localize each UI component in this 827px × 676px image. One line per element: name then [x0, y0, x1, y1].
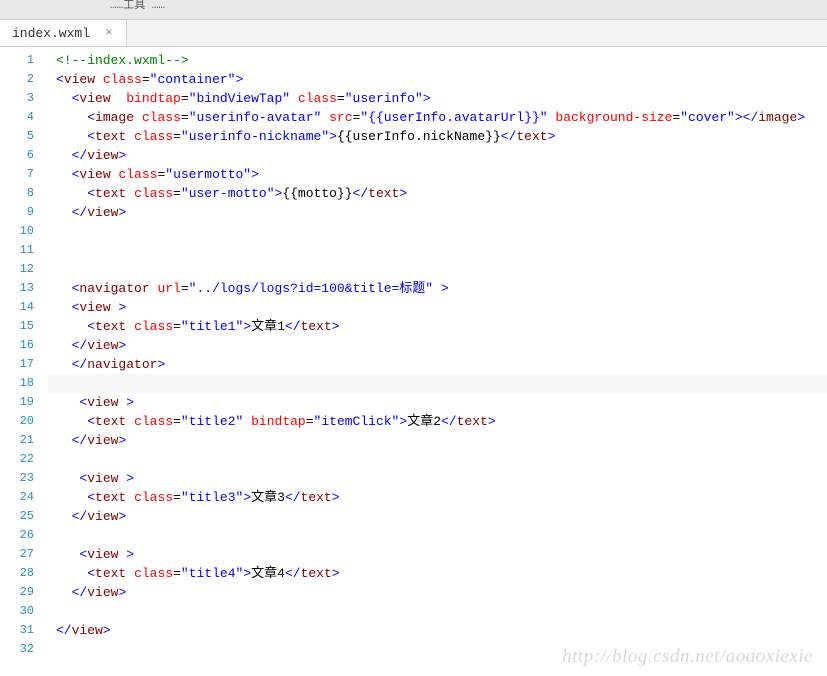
line-number: 7	[0, 165, 34, 184]
code-line[interactable]: <view bindtap="bindViewTap" class="useri…	[48, 89, 827, 108]
line-number-gutter: 1234567891011121314151617181920212223242…	[0, 47, 48, 676]
line-number: 22	[0, 450, 34, 469]
tab-bar: index.wxml ×	[0, 20, 827, 47]
line-number: 13	[0, 279, 34, 298]
line-number: 26	[0, 526, 34, 545]
line-number: 32	[0, 640, 34, 659]
code-line[interactable]: <view >	[48, 393, 827, 412]
code-line[interactable]: </navigator>	[48, 355, 827, 374]
code-line[interactable]: <view >	[48, 469, 827, 488]
line-number: 30	[0, 602, 34, 621]
line-number: 5	[0, 127, 34, 146]
line-number: 6	[0, 146, 34, 165]
line-number: 18	[0, 374, 34, 393]
line-number: 4	[0, 108, 34, 127]
code-line[interactable]: </view>	[48, 203, 827, 222]
line-number: 15	[0, 317, 34, 336]
code-line[interactable]	[48, 241, 827, 260]
tab-index-wxml[interactable]: index.wxml ×	[0, 20, 127, 46]
line-number: 20	[0, 412, 34, 431]
line-number: 14	[0, 298, 34, 317]
line-number: 29	[0, 583, 34, 602]
header-title: ……工具 ……	[110, 0, 165, 12]
line-number: 11	[0, 241, 34, 260]
code-line[interactable]: <text class="title3">文章3</text>	[48, 488, 827, 507]
code-line[interactable]	[48, 222, 827, 241]
line-number: 3	[0, 89, 34, 108]
code-line[interactable]: <text class="title2" bindtap="itemClick"…	[48, 412, 827, 431]
code-line[interactable]	[48, 450, 827, 469]
line-number: 12	[0, 260, 34, 279]
code-line[interactable]: <navigator url="../logs/logs?id=100&titl…	[48, 279, 827, 298]
code-line[interactable]: <text class="title4">文章4</text>	[48, 564, 827, 583]
code-line[interactable]: <view class="usermotto">	[48, 165, 827, 184]
line-number: 17	[0, 355, 34, 374]
line-number: 9	[0, 203, 34, 222]
code-line[interactable]: </view>	[48, 507, 827, 526]
line-number: 16	[0, 336, 34, 355]
line-number: 28	[0, 564, 34, 583]
line-number: 25	[0, 507, 34, 526]
code-line[interactable]	[48, 526, 827, 545]
code-line[interactable]: </view>	[48, 336, 827, 355]
line-number: 10	[0, 222, 34, 241]
code-line[interactable]: <text class="user-motto">{{motto}}</text…	[48, 184, 827, 203]
tab-label: index.wxml	[12, 26, 90, 41]
watermark: http://blog.csdn.net/aoaoxiexie	[562, 646, 813, 668]
code-line[interactable]	[48, 260, 827, 279]
line-number: 21	[0, 431, 34, 450]
code-line[interactable]: </view>	[48, 146, 827, 165]
line-number: 19	[0, 393, 34, 412]
code-line[interactable]: <view >	[48, 545, 827, 564]
line-number: 27	[0, 545, 34, 564]
app-header: ……工具 ……	[0, 0, 827, 20]
code-line[interactable]	[48, 602, 827, 621]
close-icon[interactable]: ×	[102, 26, 116, 40]
code-line[interactable]	[48, 374, 827, 393]
code-line[interactable]: <view >	[48, 298, 827, 317]
code-line[interactable]: <view class="container">	[48, 70, 827, 89]
line-number: 1	[0, 51, 34, 70]
code-line[interactable]: </view>	[48, 431, 827, 450]
code-editor[interactable]: 1234567891011121314151617181920212223242…	[0, 47, 827, 676]
code-line[interactable]: <text class="userinfo-nickname">{{userIn…	[48, 127, 827, 146]
code-area[interactable]: <!--index.wxml--><view class="container"…	[48, 47, 827, 676]
line-number: 8	[0, 184, 34, 203]
code-line[interactable]: <image class="userinfo-avatar" src="{{us…	[48, 108, 827, 127]
line-number: 31	[0, 621, 34, 640]
line-number: 23	[0, 469, 34, 488]
line-number: 24	[0, 488, 34, 507]
code-line[interactable]: <!--index.wxml-->	[48, 51, 827, 70]
code-line[interactable]: </view>	[48, 621, 827, 640]
code-line[interactable]: </view>	[48, 583, 827, 602]
code-line[interactable]: <text class="title1">文章1</text>	[48, 317, 827, 336]
line-number: 2	[0, 70, 34, 89]
